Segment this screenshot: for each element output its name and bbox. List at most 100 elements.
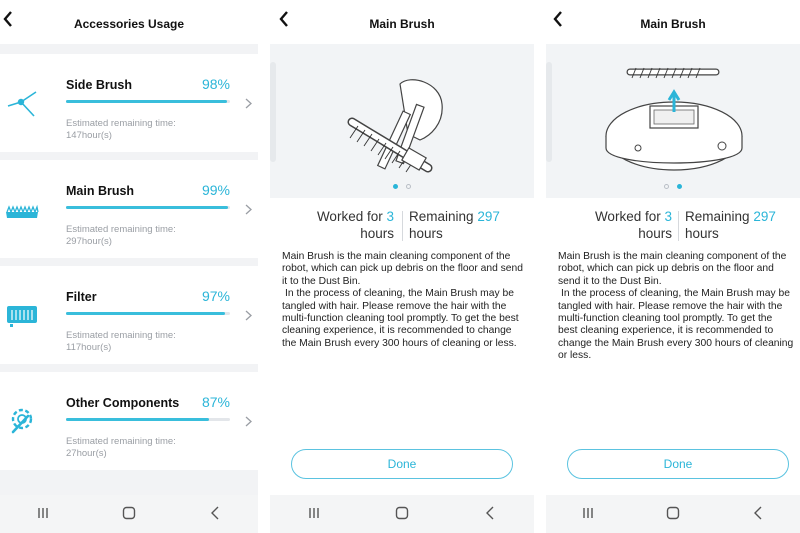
progress-fill — [66, 418, 209, 421]
illustration-carousel[interactable] — [546, 44, 800, 198]
header-bar: Main Brush — [546, 0, 800, 44]
worked-for-stat: Worked for 3 hours — [595, 208, 672, 242]
screenshot-gap — [258, 0, 270, 533]
chevron-right-icon — [245, 204, 252, 218]
usage-stats: Worked for 3 hours Remaining 297 hours — [546, 208, 800, 242]
other-components-icon — [11, 408, 33, 434]
done-button[interactable]: Done — [567, 449, 789, 479]
progress-fill — [66, 206, 229, 209]
back-nav-icon[interactable] — [470, 506, 510, 523]
illustration-carousel[interactable] — [270, 44, 534, 198]
description-text: Main Brush is the main cleaning componen… — [282, 251, 528, 350]
estimated-remaining-time: Estimated remaining time: 147hour(s) — [66, 118, 176, 142]
accessory-percent: 98% — [201, 76, 230, 92]
chevron-right-icon — [245, 310, 252, 324]
description-paragraph-2: In the process of cleaning, the Main Bru… — [282, 288, 519, 349]
back-nav-icon[interactable] — [195, 506, 235, 523]
main-brush-detail-screen: Main Brush Worked for 3 hours Remaining — [270, 0, 534, 533]
page-title: Accessories Usage — [73, 17, 185, 31]
accessory-name: Other Components — [66, 396, 180, 410]
est-value: 147hour(s) — [66, 130, 112, 141]
progress-fill — [66, 312, 226, 315]
description-paragraph-2: In the process of cleaning, the Main Bru… — [558, 288, 794, 362]
est-label: Estimated remaining time: — [66, 436, 176, 447]
worked-unit: hours — [638, 226, 672, 241]
accessory-card-filter[interactable]: Filter 97% Estimated remaining time: 117… — [0, 266, 258, 364]
recent-apps-icon[interactable] — [294, 506, 334, 522]
home-icon[interactable] — [382, 506, 422, 523]
worked-prefix: Worked for — [316, 209, 383, 224]
carousel-dot-2[interactable] — [677, 184, 682, 189]
worked-value: 3 — [386, 209, 394, 224]
system-nav-bar — [270, 495, 534, 533]
accessory-card-other-components[interactable]: Other Components 87% Estimated remaining… — [0, 372, 258, 470]
home-icon[interactable] — [653, 506, 693, 523]
remaining-prefix: Remaining — [685, 209, 750, 224]
estimated-remaining-time: Estimated remaining time: 27hour(s) — [66, 436, 176, 460]
worked-for-stat: Worked for 3 hours — [317, 208, 394, 242]
remaining-prefix: Remaining — [409, 209, 474, 224]
chevron-right-icon — [245, 98, 252, 112]
header-bar: Main Brush — [270, 0, 534, 44]
screenshot-gap — [534, 0, 546, 533]
back-nav-icon[interactable] — [738, 506, 778, 523]
estimated-remaining-time: Estimated remaining time: 117hour(s) — [66, 330, 176, 354]
description-text: Main Brush is the main cleaning componen… — [558, 251, 794, 363]
remaining-progress-bar — [66, 100, 230, 103]
accessory-percent: 99% — [201, 182, 230, 198]
accessory-name: Side Brush — [66, 78, 132, 92]
worked-unit: hours — [360, 226, 394, 241]
remaining-value: 297 — [477, 209, 500, 224]
main-brush-detail-screen-2: Main Brush Worked for 3 hours Remaining … — [546, 0, 800, 533]
remaining-unit: hours — [409, 226, 443, 241]
remaining-stat: Remaining 297 hours — [685, 208, 776, 242]
description-paragraph-1: Main Brush is the main cleaning componen… — [558, 251, 787, 287]
estimated-remaining-time: Estimated remaining time: 297hour(s) — [66, 224, 176, 248]
side-brush-icon — [7, 91, 37, 117]
accessory-card-side-brush[interactable]: Side Brush 98% Estimated remaining time:… — [0, 54, 258, 152]
remaining-progress-bar — [66, 312, 230, 315]
main-brush-icon — [6, 204, 39, 218]
stats-divider — [678, 211, 679, 241]
usage-stats: Worked for 3 hours Remaining 297 hours — [270, 208, 534, 242]
page-title: Main Brush — [640, 17, 706, 31]
remaining-progress-bar — [66, 418, 230, 421]
est-label: Estimated remaining time: — [66, 118, 176, 129]
est-label: Estimated remaining time: — [66, 330, 176, 341]
home-icon[interactable] — [109, 506, 149, 523]
description-paragraph-1: Main Brush is the main cleaning componen… — [282, 251, 523, 287]
accessories-usage-screen: Accessories Usage Side Brush 98% Estimat… — [0, 0, 258, 533]
remaining-unit: hours — [685, 226, 719, 241]
filter-icon — [7, 306, 37, 327]
est-label: Estimated remaining time: — [66, 224, 176, 235]
carousel-dot-1[interactable] — [393, 184, 398, 189]
est-value: 27hour(s) — [66, 448, 107, 459]
recent-apps-icon[interactable] — [23, 506, 63, 522]
recent-apps-icon[interactable] — [568, 506, 608, 522]
remaining-value: 297 — [753, 209, 776, 224]
carousel-dot-1[interactable] — [664, 184, 669, 189]
accessory-percent: 87% — [201, 394, 230, 410]
chevron-right-icon — [245, 416, 252, 430]
carousel-dots — [546, 184, 800, 189]
est-value: 117hour(s) — [66, 342, 112, 353]
remaining-progress-bar — [66, 206, 230, 209]
progress-fill — [66, 100, 227, 103]
system-nav-bar — [0, 495, 258, 533]
remaining-stat: Remaining 297 hours — [409, 208, 500, 242]
stats-divider — [402, 211, 403, 241]
accessory-name: Main Brush — [66, 184, 135, 198]
robot-brush-illustration — [546, 62, 743, 171]
est-value: 297hour(s) — [66, 236, 112, 247]
accessory-percent: 97% — [201, 288, 230, 304]
header-bar: Accessories Usage — [0, 0, 258, 44]
worked-value: 3 — [664, 209, 672, 224]
carousel-dots — [270, 184, 534, 189]
worked-prefix: Worked for — [594, 209, 661, 224]
done-button[interactable]: Done — [291, 449, 513, 479]
page-title: Main Brush — [369, 17, 435, 31]
system-nav-bar — [546, 495, 800, 533]
carousel-dot-2[interactable] — [406, 184, 411, 189]
accessory-card-main-brush[interactable]: Main Brush 99% Estimated remaining time:… — [0, 160, 258, 258]
accessory-name: Filter — [66, 290, 97, 304]
